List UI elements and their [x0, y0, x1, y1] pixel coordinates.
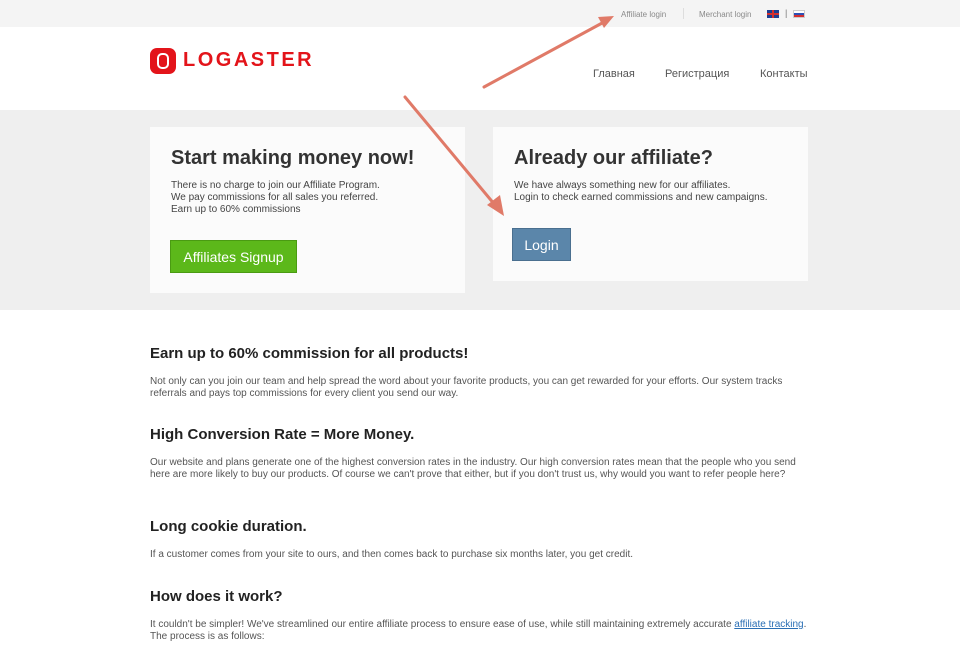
login-card-text: We have always something new for our aff… — [514, 180, 768, 203]
affiliates-signup-button[interactable]: Affiliates Signup — [170, 240, 297, 273]
signup-card-title: Start making money now! — [171, 147, 415, 169]
logo-mark-icon — [150, 48, 176, 74]
section-title: How does it work? — [150, 588, 283, 605]
section-how-it-works: How does it work? It couldn't be simpler… — [150, 588, 810, 643]
nav-item-home[interactable]: Главная — [593, 68, 635, 80]
hero-band — [0, 110, 960, 310]
logo-text: LOGASTER — [183, 49, 315, 71]
section-text-before: It couldn't be simpler! We've streamline… — [150, 619, 735, 630]
section-text: Not only can you join our team and help … — [150, 376, 783, 399]
login-card: Already our affiliate? We have always so… — [493, 127, 808, 281]
section-conversion: High Conversion Rate = More Money. Our w… — [150, 426, 810, 481]
top-bar — [0, 0, 960, 27]
section-text: If a customer comes from your site to ou… — [150, 549, 633, 560]
signup-card-text: There is no charge to join our Affiliate… — [171, 180, 380, 215]
section-commission: Earn up to 60% commission for all produc… — [150, 345, 810, 400]
section-title: Earn up to 60% commission for all produc… — [150, 345, 469, 362]
login-button[interactable]: Login — [512, 228, 571, 261]
language-divider: | — [785, 8, 788, 18]
section-title: Long cookie duration. — [150, 518, 307, 535]
section-text: It couldn't be simpler! We've streamline… — [150, 619, 810, 643]
topbar-separator — [683, 8, 684, 19]
nav-item-contacts[interactable]: Контакты — [760, 68, 808, 80]
section-cookie: Long cookie duration. If a customer come… — [150, 518, 810, 561]
uk-flag-icon[interactable] — [767, 10, 779, 18]
affiliate-tracking-link[interactable]: affiliate tracking — [734, 619, 803, 630]
section-title: High Conversion Rate = More Money. — [150, 426, 415, 443]
login-card-title: Already our affiliate? — [514, 147, 713, 169]
signup-card: Start making money now! There is no char… — [150, 127, 465, 293]
site-header — [0, 27, 960, 110]
section-text: Our website and plans generate one of th… — [150, 457, 796, 480]
ru-flag-icon[interactable] — [793, 10, 805, 18]
merchant-login-link[interactable]: Merchant login — [699, 10, 751, 19]
nav-item-registration[interactable]: Регистрация — [665, 68, 729, 80]
affiliate-login-link[interactable]: Affiliate login — [621, 10, 666, 19]
